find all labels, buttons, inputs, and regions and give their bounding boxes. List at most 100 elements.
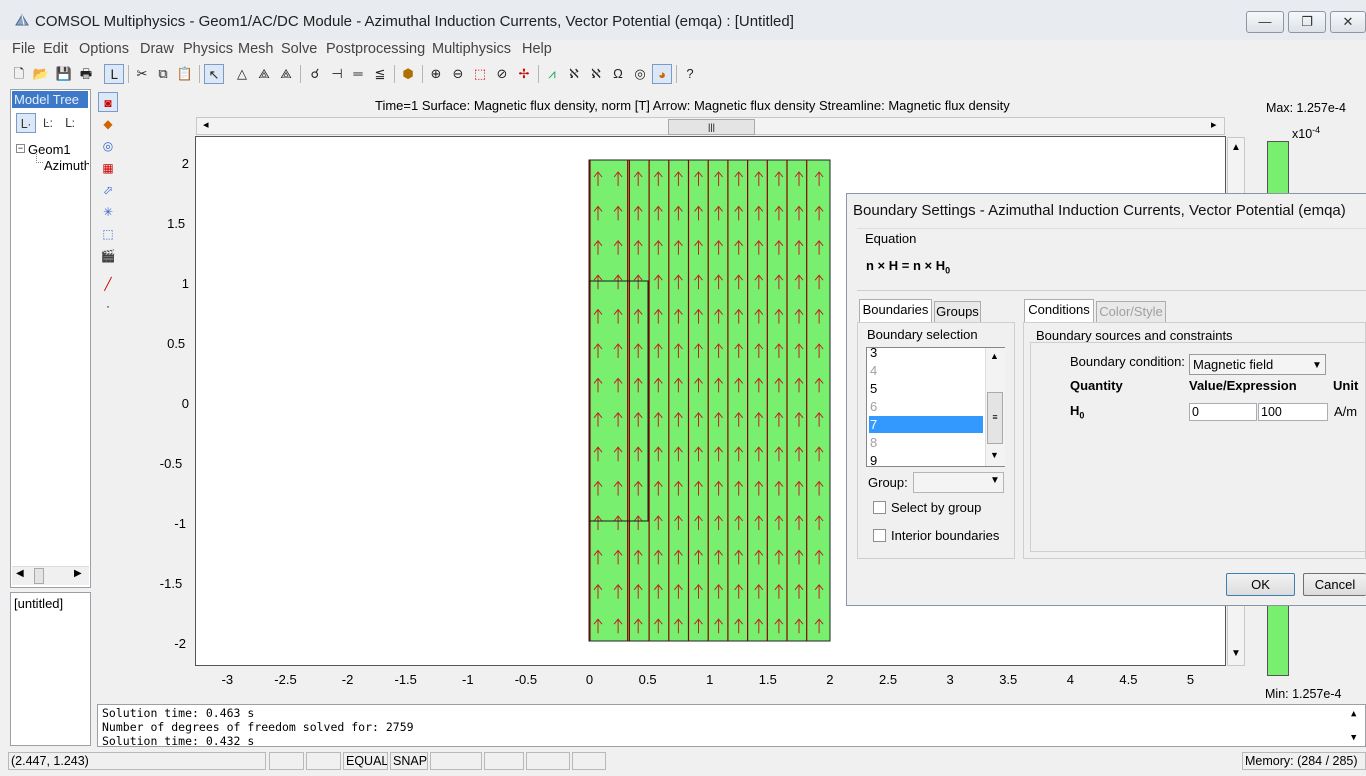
menu-solve[interactable]: Solve xyxy=(281,41,317,57)
tree-view-physics-icon[interactable]: Ŀ: xyxy=(38,113,58,133)
boundary-list-item[interactable]: 3 xyxy=(869,344,983,361)
colormap-icon[interactable]: ◕ xyxy=(652,64,672,84)
scroll-down-icon[interactable]: ▼ xyxy=(1351,733,1356,743)
surface-plot-icon[interactable]: ◆ xyxy=(98,114,118,134)
draw-mesh-icon[interactable]: ⟁ xyxy=(254,64,274,84)
snap-toggle[interactable]: SNAP xyxy=(390,752,428,770)
move-icon[interactable]: ✢ xyxy=(514,64,534,84)
boundary-condition-select[interactable]: Magnetic field ▼ xyxy=(1189,354,1326,375)
tree-view-geometry-icon[interactable]: ᒪ· xyxy=(16,113,36,133)
scroll-thumb[interactable]: ≡ xyxy=(987,392,1003,444)
menu-physics[interactable]: Physics xyxy=(183,41,233,57)
menu-multiphysics[interactable]: Multiphysics xyxy=(432,41,511,57)
point-plot-icon[interactable]: · xyxy=(98,296,118,316)
h0-r-input[interactable]: 0 xyxy=(1189,403,1257,421)
integrate-icon[interactable]: ℵ xyxy=(586,64,606,84)
mesh-plot-icon[interactable]: ▦ xyxy=(98,158,118,178)
menu-edit[interactable]: Edit xyxy=(43,41,68,57)
boundary-listbox[interactable]: 3456789 ▲ ≡ ▼ xyxy=(866,344,1005,469)
refine-mesh-icon[interactable]: ⟁ xyxy=(276,64,296,84)
sphere-icon[interactable]: ◎ xyxy=(630,64,650,84)
maximize-button[interactable]: ❐ xyxy=(1288,11,1326,33)
copy-icon[interactable]: ⧉ xyxy=(153,64,173,84)
tree-node-geom1[interactable]: Geom1 xyxy=(28,142,71,157)
scroll-up-icon[interactable]: ▲ xyxy=(1231,142,1241,153)
equal-icon[interactable]: ═ xyxy=(348,64,368,84)
model-tree-tab[interactable]: Model Tree xyxy=(12,91,88,108)
scroll-left-icon[interactable]: ◂ xyxy=(203,118,209,131)
tab-color-style[interactable]: Color/Style xyxy=(1096,301,1166,323)
scroll-thumb[interactable] xyxy=(34,568,44,584)
animation-icon[interactable]: 🎬 xyxy=(98,246,118,266)
paste-icon[interactable]: 📋 xyxy=(175,64,195,84)
h0-z-input[interactable]: 100 xyxy=(1258,403,1328,421)
zoom-in-icon[interactable]: ⊕ xyxy=(426,64,446,84)
cancel-button[interactable]: Cancel xyxy=(1303,573,1366,596)
scroll-down-icon[interactable]: ▼ xyxy=(1231,648,1241,659)
new-file-icon[interactable]: 🗋 xyxy=(9,64,29,84)
status-cell[interactable] xyxy=(526,752,570,770)
tree-collapse-icon[interactable]: − xyxy=(16,144,25,153)
scroll-left-icon[interactable]: ◀ xyxy=(16,568,24,579)
scroll-right-icon[interactable]: ▸ xyxy=(1211,118,1217,131)
interior-boundaries-checkbox[interactable] xyxy=(873,529,886,542)
scroll-down-icon[interactable]: ▼ xyxy=(990,450,999,460)
contour-plot-icon[interactable]: ◎ xyxy=(98,136,118,156)
tab-conditions[interactable]: Conditions xyxy=(1024,299,1094,323)
point-icon[interactable]: ≦ xyxy=(370,64,390,84)
menu-options[interactable]: Options xyxy=(79,41,129,57)
tree-view-mesh-icon[interactable]: ᒪ: xyxy=(60,113,80,133)
tree-node-physics[interactable]: Azimuth xyxy=(44,158,89,173)
status-cell[interactable] xyxy=(306,752,341,770)
plot-icon[interactable]: ⩘ xyxy=(542,64,562,84)
function-icon[interactable]: ℵ xyxy=(564,64,584,84)
select-icon[interactable]: ↖ xyxy=(204,64,224,84)
help-icon[interactable]: ? xyxy=(680,64,700,84)
print-icon[interactable]: 🖶 xyxy=(76,64,96,84)
tab-groups[interactable]: Groups xyxy=(934,301,981,323)
cut-icon[interactable]: ✂ xyxy=(132,64,152,84)
boundary-list-item[interactable]: 9 xyxy=(869,452,983,469)
plot-hscrollbar[interactable]: ◂ ||| ▸ xyxy=(196,117,1225,135)
scroll-right-icon[interactable]: ▶ xyxy=(74,568,82,579)
minimize-button[interactable]: — xyxy=(1246,11,1284,33)
boundary-list-item[interactable]: 5 xyxy=(869,380,983,397)
draw-triangle-icon[interactable]: △ xyxy=(232,64,252,84)
boundary-list-item[interactable]: 7 xyxy=(869,416,983,433)
line-plot-icon[interactable]: ╱ xyxy=(98,274,118,294)
boundary-list-item[interactable]: 4 xyxy=(869,362,983,379)
status-cell[interactable] xyxy=(572,752,606,770)
omega-icon[interactable]: Ω xyxy=(608,64,628,84)
plot-mode-icon[interactable]: ◙ xyxy=(98,92,118,112)
select-by-group-checkbox[interactable] xyxy=(873,501,886,514)
streamline-plot-icon[interactable]: ✳ xyxy=(98,202,118,222)
status-cell[interactable] xyxy=(430,752,482,770)
zoom-out-icon[interactable]: ⊖ xyxy=(448,64,468,84)
equal-toggle[interactable]: EQUAL xyxy=(343,752,388,770)
scroll-up-icon[interactable]: ▲ xyxy=(990,351,999,361)
ok-button[interactable]: OK xyxy=(1226,573,1295,596)
boundary-list-item[interactable]: 6 xyxy=(869,398,983,415)
status-cell[interactable] xyxy=(484,752,524,770)
boundary-plot-icon[interactable]: ⬚ xyxy=(98,224,118,244)
close-button[interactable]: ✕ xyxy=(1330,11,1366,33)
boundary-icon[interactable]: ⊣ xyxy=(327,64,347,84)
zoom-window-icon[interactable]: ⬚ xyxy=(470,64,490,84)
geometry-icon[interactable]: ⬢ xyxy=(398,64,418,84)
subdomain-icon[interactable]: ☌ xyxy=(305,64,325,84)
zoom-extents-icon[interactable]: ⊘ xyxy=(492,64,512,84)
save-icon[interactable]: 💾 xyxy=(54,64,74,84)
menu-file[interactable]: File xyxy=(12,41,35,57)
list-scrollbar[interactable]: ▲ ≡ ▼ xyxy=(985,348,1005,466)
menu-help[interactable]: Help xyxy=(522,41,552,57)
tab-boundaries[interactable]: Boundaries xyxy=(859,299,932,323)
tree-hscrollbar[interactable]: ◀ ▶ xyxy=(12,566,89,585)
arrow-plot-icon[interactable]: ⬀ xyxy=(98,180,118,200)
menu-mesh[interactable]: Mesh xyxy=(238,41,273,57)
group-select[interactable]: ▼ xyxy=(913,472,1004,493)
scroll-thumb[interactable]: ||| xyxy=(668,119,755,135)
menu-draw[interactable]: Draw xyxy=(140,41,174,57)
boundary-list-item[interactable]: 8 xyxy=(869,434,983,451)
open-icon[interactable]: 📂 xyxy=(31,64,51,84)
scroll-up-icon[interactable]: ▲ xyxy=(1351,709,1356,719)
